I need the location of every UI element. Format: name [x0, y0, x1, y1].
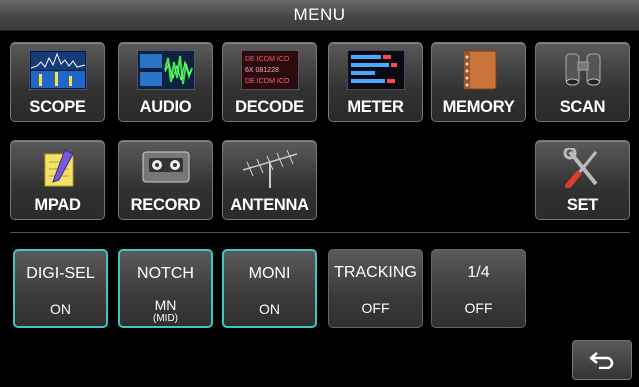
- scope-button[interactable]: SCOPE: [10, 42, 105, 122]
- decode-icon-line2: 6X 081228: [245, 67, 279, 74]
- antenna-label: ANTENNA: [230, 196, 309, 214]
- quarter-state: OFF: [464, 300, 493, 316]
- antenna-icon: [242, 149, 297, 188]
- scope-label: SCOPE: [29, 98, 86, 116]
- set-button[interactable]: SET: [535, 140, 630, 220]
- mpad-button[interactable]: MPAD: [10, 140, 105, 220]
- tracking-button[interactable]: TRACKING OFF: [328, 249, 423, 328]
- notch-state: MN: [154, 297, 177, 313]
- memory-button[interactable]: MEMORY: [431, 42, 526, 122]
- mpad-label: MPAD: [34, 196, 81, 214]
- meter-button[interactable]: METER: [328, 42, 423, 122]
- memory-label: MEMORY: [442, 98, 515, 116]
- notch-sub: (MID): [153, 313, 178, 324]
- scan-button[interactable]: SCAN: [535, 42, 630, 122]
- antenna-button[interactable]: ANTENNA: [222, 140, 317, 220]
- moni-button[interactable]: MONI ON: [222, 249, 317, 328]
- menu-title-bar: MENU: [0, 0, 639, 31]
- digi-sel-button[interactable]: DIGI-SEL ON: [13, 249, 108, 328]
- scan-label: SCAN: [559, 98, 606, 116]
- tracking-title: TRACKING: [334, 264, 417, 281]
- moni-state: ON: [259, 301, 280, 317]
- binoculars-icon: [565, 53, 600, 86]
- tracking-state: OFF: [361, 300, 390, 316]
- audio-icon: [136, 50, 195, 90]
- set-label: SET: [566, 196, 599, 214]
- record-button[interactable]: RECORD: [118, 140, 213, 220]
- notepad-icon: [44, 149, 74, 187]
- return-icon: [589, 352, 614, 369]
- decode-button[interactable]: DE ICOM ICO 6X 081228 DE ICOM ICO DECODE: [222, 42, 317, 122]
- meter-label: METER: [347, 98, 404, 116]
- section-divider: [10, 232, 630, 233]
- memory-icon: [463, 50, 496, 90]
- digi-sel-title: DIGI-SEL: [26, 265, 95, 282]
- record-label: RECORD: [130, 196, 201, 214]
- cassette-icon: [142, 151, 189, 183]
- return-button[interactable]: [572, 340, 632, 380]
- decode-icon-line1: DE ICOM ICO: [245, 56, 290, 63]
- quarter-button[interactable]: 1/4 OFF: [431, 249, 526, 328]
- meter-icon: [346, 50, 405, 90]
- decode-label: DECODE: [235, 98, 304, 116]
- quarter-title: 1/4: [467, 264, 490, 281]
- page-title: MENU: [293, 5, 346, 24]
- moni-title: MONI: [248, 265, 291, 282]
- scope-icon: [28, 50, 87, 90]
- decode-icon-line3: DE ICOM ICO: [245, 78, 290, 85]
- notch-title: NOTCH: [137, 265, 194, 282]
- digi-sel-state: ON: [50, 301, 71, 317]
- notch-button[interactable]: NOTCH MN (MID): [118, 249, 213, 328]
- tools-icon: [563, 148, 598, 188]
- decode-icon: DE ICOM ICO 6X 081228 DE ICOM ICO: [240, 50, 299, 90]
- audio-label: AUDIO: [139, 98, 192, 116]
- audio-button[interactable]: AUDIO: [118, 42, 213, 122]
